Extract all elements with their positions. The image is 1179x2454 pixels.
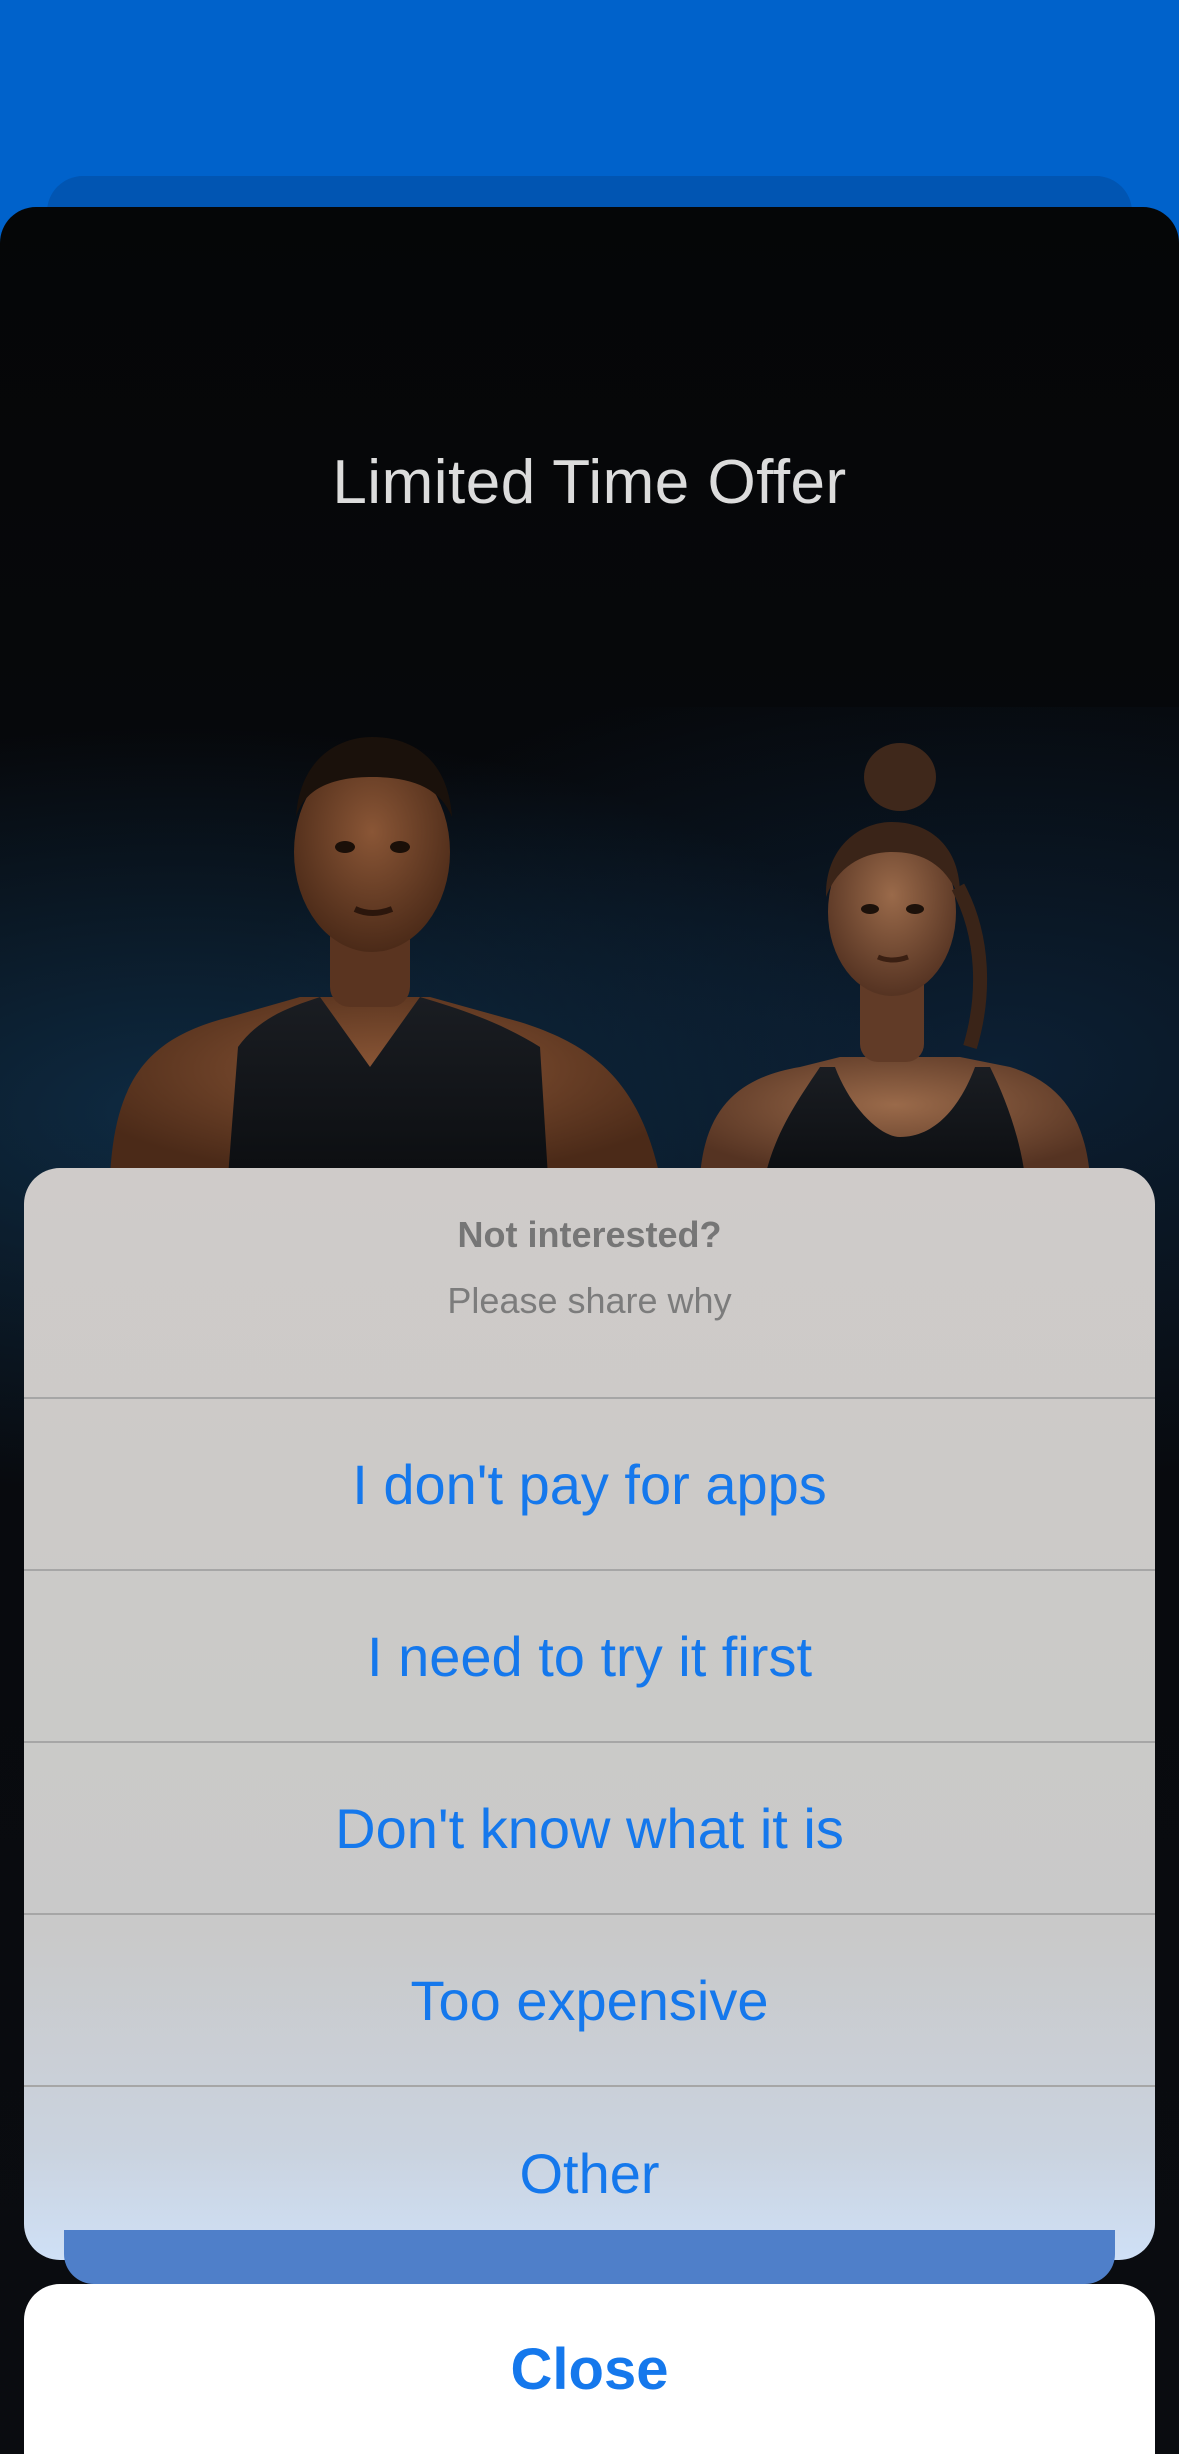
feedback-action-sheet: Not interested? Please share why I don't… xyxy=(24,1168,1155,2260)
option-need-to-try-first[interactable]: I need to try it first xyxy=(24,1571,1155,1743)
action-sheet-title: Not interested? xyxy=(457,1214,722,1255)
athletes-photo xyxy=(110,737,1090,1177)
option-dont-pay-for-apps[interactable]: I don't pay for apps xyxy=(24,1399,1155,1571)
action-sheet-header: Not interested? Please share why xyxy=(24,1168,1155,1399)
screen: Limited Time Offer Not interested? Pleas… xyxy=(0,0,1179,2454)
option-dont-know-what-it-is[interactable]: Don't know what it is xyxy=(24,1743,1155,1915)
action-sheet-subtitle: Please share why xyxy=(447,1280,732,1321)
close-button[interactable]: Close xyxy=(24,2284,1155,2454)
option-too-expensive[interactable]: Too expensive xyxy=(24,1915,1155,2087)
background-strip xyxy=(64,2230,1115,2284)
offer-title: Limited Time Offer xyxy=(332,448,847,517)
